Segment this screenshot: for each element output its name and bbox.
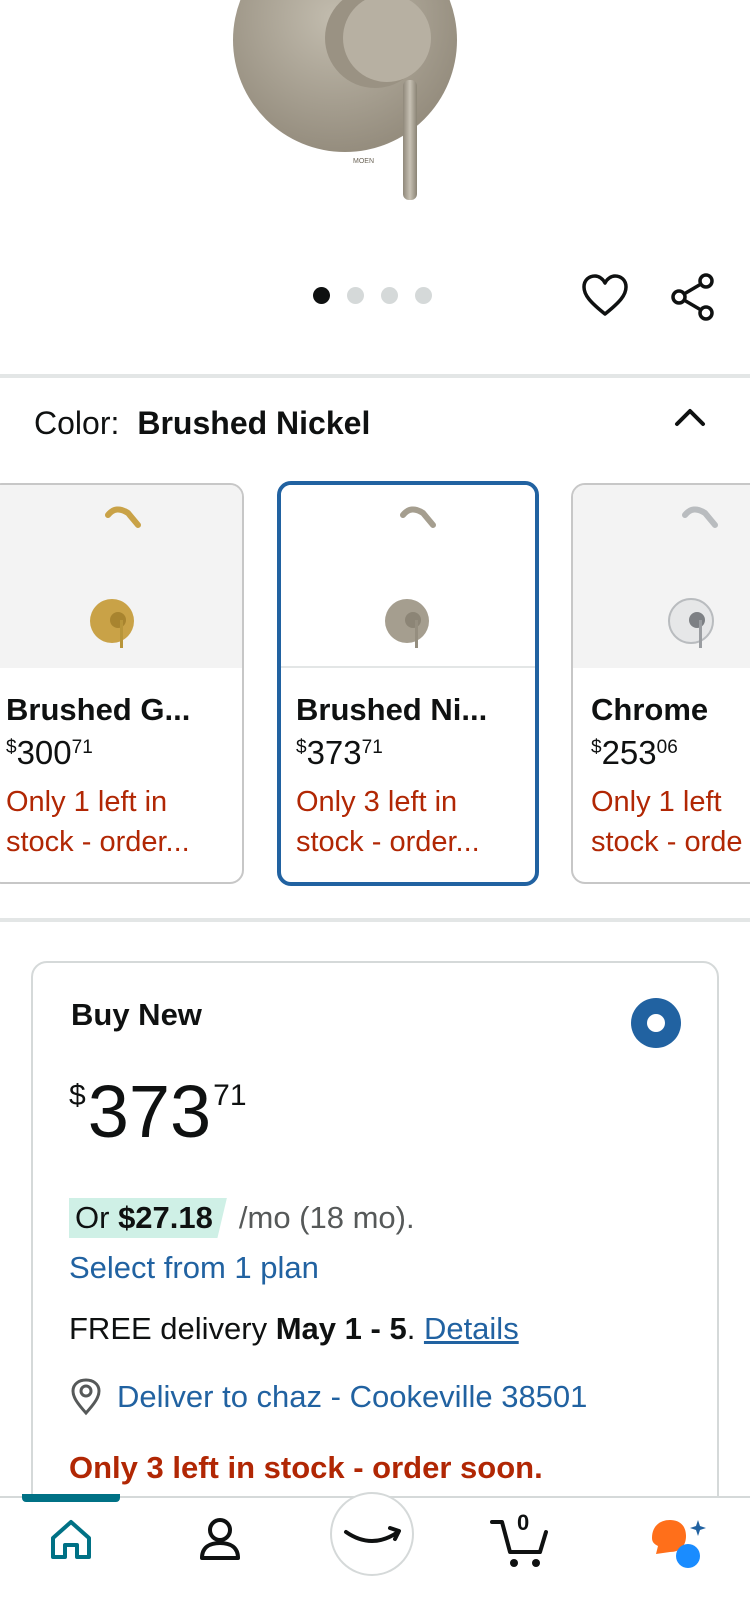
shower-valve-trim-image: MOEN <box>233 0 457 200</box>
color-swatch-chrome[interactable]: Chrome $253 06 Only 1 left stock - orde <box>571 483 750 884</box>
user-icon <box>200 1518 240 1560</box>
swatch-name: Chrome <box>591 692 709 727</box>
swatch-stock-status: Only 1 left in stock - order... <box>6 786 190 858</box>
svg-text:MOEN: MOEN <box>353 158 374 165</box>
rufus-assistant-icon <box>652 1520 706 1568</box>
deliver-to-location[interactable]: Deliver to chaz - Cookeville 38501 <box>69 1378 587 1416</box>
color-swatch-brushed-gold[interactable]: Brushed G... $300 71 Only 1 left in stock… <box>0 483 244 884</box>
section-divider <box>0 374 750 378</box>
wishlist-button[interactable] <box>580 272 630 322</box>
active-tab-indicator <box>22 1494 120 1502</box>
stock-status: Only 3 left in stock - order soon. <box>69 1450 543 1485</box>
buy-new-radio[interactable] <box>631 998 681 1048</box>
home-icon <box>51 1520 91 1559</box>
share-icon <box>671 273 714 321</box>
swatch-name: Brushed Ni... <box>296 692 488 727</box>
monthly-payment: Or $27.18 /mo (18 mo). <box>69 1198 415 1238</box>
carousel-dot[interactable] <box>381 287 398 304</box>
swatch-price: $300 71 <box>6 734 93 771</box>
nav-amazon-button[interactable] <box>330 1492 414 1576</box>
heart-icon <box>582 274 628 316</box>
nav-cart-button[interactable]: 0 <box>490 1510 550 1575</box>
swatch-product-image <box>385 506 436 648</box>
swatch-name: Brushed G... <box>6 692 191 727</box>
swatch-price: $373 71 <box>296 734 383 771</box>
nav-account-button[interactable] <box>197 1516 243 1567</box>
collapse-colors-button[interactable] <box>672 400 708 436</box>
selected-color-value: Brushed Nickel <box>137 405 371 441</box>
delivery-info: FREE delivery May 1 - 5. Details <box>69 1311 519 1346</box>
amazon-smile-icon <box>344 1526 401 1543</box>
carousel-dot[interactable] <box>415 287 432 304</box>
delivery-details-link[interactable]: Details <box>424 1311 519 1346</box>
carousel-dot[interactable] <box>313 287 330 304</box>
swatch-thumbnail <box>573 485 750 668</box>
location-pin-icon <box>71 1378 101 1416</box>
nav-home-button[interactable] <box>48 1516 94 1567</box>
swatch-stock-status: Only 1 left stock - orde <box>591 786 743 858</box>
swatch-stock-status: Only 3 left in stock - order... <box>296 786 480 858</box>
nav-rufus-button[interactable] <box>648 1516 708 1575</box>
product-image[interactable]: MOEN <box>0 0 750 250</box>
color-selector-header: Color: Brushed Nickel <box>34 405 370 442</box>
section-divider <box>0 918 750 922</box>
carousel-dots <box>313 287 432 304</box>
bottom-navigation-bar: 0 <box>0 1492 750 1600</box>
buy-price: $ 373 71 <box>69 1070 247 1153</box>
chevron-up-icon <box>675 409 705 426</box>
carousel-dot[interactable] <box>347 287 364 304</box>
monthly-highlight: Or $27.18 <box>69 1198 227 1238</box>
swatch-thumbnail <box>0 485 242 668</box>
color-swatch-brushed-nickel[interactable]: Brushed Ni... $373 71 Only 3 left in stoc… <box>277 481 539 886</box>
select-plan-link[interactable]: Select from 1 plan <box>69 1250 319 1286</box>
buy-new-title: Buy New <box>71 997 202 1032</box>
color-label: Color: <box>34 405 120 441</box>
swatch-product-image <box>90 506 141 648</box>
cart-count-badge: 0 <box>517 1510 530 1535</box>
share-button[interactable] <box>668 272 718 322</box>
swatch-price: $253 06 <box>591 734 678 771</box>
swatch-product-image <box>668 506 718 648</box>
swatch-thumbnail <box>281 485 535 666</box>
